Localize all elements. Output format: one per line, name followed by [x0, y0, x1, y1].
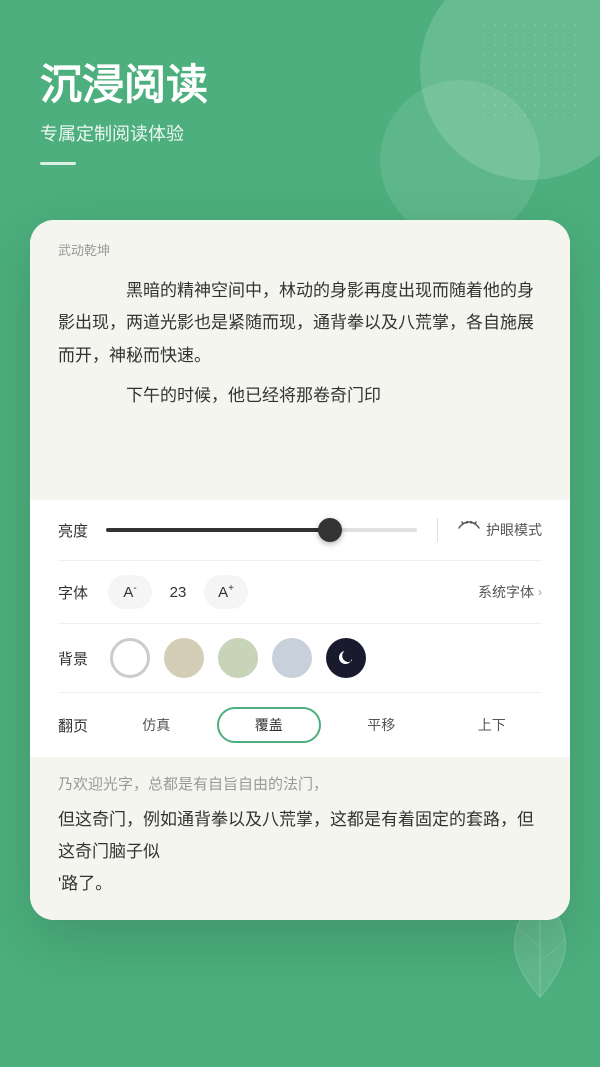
bg-label: 背景 — [58, 648, 94, 669]
bg-white-option[interactable] — [110, 638, 150, 678]
background-row: 背景 — [58, 624, 542, 693]
main-card: 武动乾坤 黑暗的精神空间中，林动的身影再度出现而随着他的身影出现，两道光影也是紧… — [30, 220, 570, 920]
font-decrease-label: A- — [123, 583, 136, 601]
page-btn-cover[interactable]: 覆盖 — [217, 707, 322, 743]
controls-panel: 亮度 护眼模式 — [30, 500, 570, 757]
bg-options — [110, 638, 366, 678]
header: 沉浸阅读 专属定制阅读体验 — [0, 0, 600, 195]
font-controls: A- 23 A+ — [108, 575, 248, 609]
page-btn-vertical[interactable]: 上下 — [442, 707, 543, 743]
brightness-label: 亮度 — [58, 520, 94, 541]
page-options: 仿真 覆盖 平移 上下 — [106, 707, 542, 743]
page-btn-simulated-label: 仿真 — [142, 715, 170, 735]
page-btn-cover-label: 覆盖 — [255, 715, 283, 735]
brightness-divider — [437, 518, 438, 542]
page-btn-vertical-label: 上下 — [478, 715, 506, 735]
book-title: 武动乾坤 — [58, 240, 542, 259]
chevron-right-icon: › — [538, 585, 542, 599]
eye-icon — [458, 521, 480, 540]
header-divider — [40, 162, 76, 165]
brightness-row: 亮度 护眼模式 — [58, 500, 542, 561]
font-increase-button[interactable]: A+ — [204, 575, 248, 609]
brightness-slider[interactable] — [106, 528, 417, 532]
reading-para-2: 下午的时候，他已经将那卷奇门印 — [58, 380, 542, 412]
page-btn-slide[interactable]: 平移 — [331, 707, 432, 743]
bg-night-option[interactable] — [326, 638, 366, 678]
reading-text-top: 黑暗的精神空间中，林动的身影再度出现而随着他的身影出现，两道光影也是紧随而现，通… — [58, 275, 542, 412]
page-turn-row: 翻页 仿真 覆盖 平移 上下 — [58, 693, 542, 757]
page-btn-slide-label: 平移 — [367, 715, 395, 735]
bg-tan-option[interactable] — [164, 638, 204, 678]
bottom-partial-line: 乃欢迎光字，总都是有自旨自由的法门， — [58, 771, 542, 800]
bg-sage-option[interactable] — [218, 638, 258, 678]
reading-area-bottom: 乃欢迎光字，总都是有自旨自由的法门， 但这奇门，例如通背拳以及八荒掌，这都是有着… — [30, 757, 570, 920]
font-family-label: 系统字体 — [478, 582, 534, 602]
bottom-para-1: 但这奇门，例如通背拳以及八荒掌，这都是有着固定的套路，但这奇门脑子似 — [58, 804, 542, 869]
reading-area-top: 武动乾坤 黑暗的精神空间中，林动的身影再度出现而随着他的身影出现，两道光影也是紧… — [30, 220, 570, 500]
bottom-text: 乃欢迎光字，总都是有自旨自由的法门， 但这奇门，例如通背拳以及八荒掌，这都是有着… — [58, 771, 542, 900]
font-size-value: 23 — [166, 584, 190, 601]
page-title: 沉浸阅读 — [40, 60, 560, 110]
reading-para-1: 黑暗的精神空间中，林动的身影再度出现而随着他的身影出现，两道光影也是紧随而现，通… — [58, 275, 542, 372]
slider-fill — [106, 528, 330, 532]
font-decrease-button[interactable]: A- — [108, 575, 152, 609]
font-row: 字体 A- 23 A+ 系统字体 › — [58, 561, 542, 624]
bottom-para-2: '路了。 — [58, 868, 542, 900]
font-label: 字体 — [58, 582, 94, 603]
eye-mode-label: 护眼模式 — [486, 520, 542, 540]
page-subtitle: 专属定制阅读体验 — [40, 120, 560, 146]
bg-lavender-option[interactable] — [272, 638, 312, 678]
font-family-button[interactable]: 系统字体 › — [478, 582, 542, 602]
font-increase-label: A+ — [218, 583, 234, 601]
slider-thumb[interactable] — [318, 518, 342, 542]
page-label: 翻页 — [58, 715, 94, 736]
page-btn-simulated[interactable]: 仿真 — [106, 707, 207, 743]
eye-mode-toggle[interactable]: 护眼模式 — [458, 520, 542, 540]
